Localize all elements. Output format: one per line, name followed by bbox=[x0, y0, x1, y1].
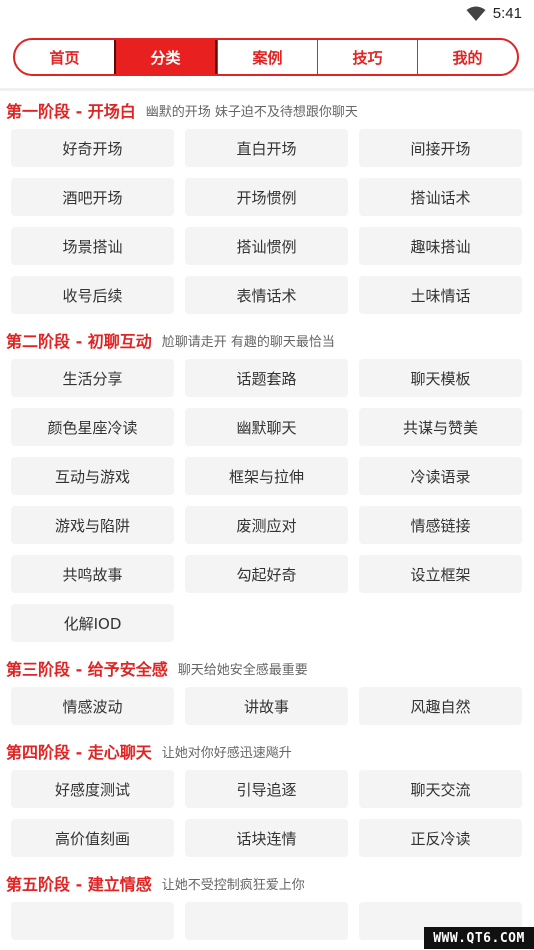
divider bbox=[0, 88, 534, 91]
category-button[interactable]: 好感度测试 bbox=[11, 770, 174, 808]
category-button[interactable]: 幽默聊天 bbox=[185, 408, 348, 446]
category-button[interactable]: 搭讪惯例 bbox=[185, 227, 348, 265]
category-button[interactable]: 互动与游戏 bbox=[11, 457, 174, 495]
section-title: 第二阶段 - 初聊互动 bbox=[6, 332, 152, 351]
category-button[interactable]: 话题套路 bbox=[185, 359, 348, 397]
category-button[interactable]: 废测应对 bbox=[185, 506, 348, 544]
category-button[interactable]: 表情话术 bbox=[185, 276, 348, 314]
section-description: 幽默的开场 妹子迫不及待想跟你聊天 bbox=[145, 104, 358, 120]
category-button[interactable]: 情感波动 bbox=[11, 687, 174, 725]
category-button[interactable] bbox=[11, 902, 174, 940]
tab-bar: 首页 分类 案例 技巧 我的 bbox=[13, 38, 519, 76]
category-button[interactable]: 游戏与陷阱 bbox=[11, 506, 174, 544]
tab-tips[interactable]: 技巧 bbox=[317, 40, 417, 74]
category-button[interactable]: 框架与拉伸 bbox=[185, 457, 348, 495]
section-title: 第四阶段 - 走心聊天 bbox=[6, 743, 152, 762]
category-button[interactable]: 话块连情 bbox=[185, 819, 348, 857]
category-button[interactable]: 风趣自然 bbox=[359, 687, 522, 725]
category-button[interactable]: 聊天交流 bbox=[359, 770, 522, 808]
category-button[interactable]: 趣味搭讪 bbox=[359, 227, 522, 265]
category-button[interactable]: 正反冷读 bbox=[359, 819, 522, 857]
status-time: 5:41 bbox=[492, 5, 522, 22]
category-button[interactable]: 聊天模板 bbox=[359, 359, 522, 397]
category-button[interactable]: 冷读语录 bbox=[359, 457, 522, 495]
category-button[interactable]: 情感链接 bbox=[359, 506, 522, 544]
tab-home[interactable]: 首页 bbox=[15, 40, 114, 74]
category-button[interactable]: 土味情话 bbox=[359, 276, 522, 314]
category-button[interactable]: 酒吧开场 bbox=[11, 178, 174, 216]
section-title: 第三阶段 - 给予安全感 bbox=[6, 660, 168, 679]
category-list: 第一阶段 - 开场白 幽默的开场 妹子迫不及待想跟你聊天 好奇开场 直白开场 间接开场酒… bbox=[0, 92, 534, 950]
section-header: 第四阶段 - 走心聊天 让她对你好感迅速飚升 bbox=[0, 735, 534, 767]
category-button[interactable]: 生活分享 bbox=[11, 359, 174, 397]
category-button[interactable]: 设立框架 bbox=[359, 555, 522, 593]
section-title: 第五阶段 - 建立情感 bbox=[6, 875, 152, 894]
section-description: 聊天给她安全感最重要 bbox=[177, 662, 308, 678]
tab-mine[interactable]: 我的 bbox=[417, 40, 517, 74]
section-header: 第一阶段 - 开场白 幽默的开场 妹子迫不及待想跟你聊天 bbox=[0, 94, 534, 126]
category-button[interactable]: 高价值刻画 bbox=[11, 819, 174, 857]
category-button[interactable]: 间接开场 bbox=[359, 129, 522, 167]
section-description: 让她对你好感迅速飚升 bbox=[161, 745, 292, 761]
section-description: 让她不受控制疯狂爱上你 bbox=[161, 877, 305, 893]
category-button[interactable]: 讲故事 bbox=[185, 687, 348, 725]
category-button[interactable]: 勾起好奇 bbox=[185, 555, 348, 593]
category-button[interactable]: 共谋与赞美 bbox=[359, 408, 522, 446]
section-description: 尬聊请走开 有趣的聊天最恰当 bbox=[161, 334, 335, 350]
section-header: 第二阶段 - 初聊互动 尬聊请走开 有趣的聊天最恰当 bbox=[0, 324, 534, 356]
watermark: WWW.QT6.COM bbox=[424, 927, 534, 949]
section-title: 第一阶段 - 开场白 bbox=[6, 102, 136, 121]
category-button[interactable]: 开场惯例 bbox=[185, 178, 348, 216]
tab-category[interactable]: 分类 bbox=[114, 40, 217, 74]
category-button[interactable]: 共鸣故事 bbox=[11, 555, 174, 593]
section-grid: 生活分享 话题套路 聊天模板颜色星座冷读 幽默聊天 共谋与赞美互动与游戏 框架与拉伸 冷读语… bbox=[0, 359, 534, 642]
section-header: 第五阶段 - 建立情感 让她不受控制疯狂爱上你 bbox=[0, 867, 534, 899]
category-button[interactable]: 颜色星座冷读 bbox=[11, 408, 174, 446]
category-button[interactable] bbox=[185, 902, 348, 940]
category-button[interactable]: 好奇开场 bbox=[11, 129, 174, 167]
category-button[interactable]: 场景搭讪 bbox=[11, 227, 174, 265]
section-grid: 好感度测试 引导追逐 聊天交流高价值刻画 话块连情 正反冷读 bbox=[0, 770, 534, 857]
tab-cases[interactable]: 案例 bbox=[217, 40, 317, 74]
section-grid: 情感波动 讲故事 风趣自然 bbox=[0, 687, 534, 725]
section-header: 第三阶段 - 给予安全感 聊天给她安全感最重要 bbox=[0, 652, 534, 684]
category-button[interactable]: 引导追逐 bbox=[185, 770, 348, 808]
section-grid: 好奇开场 直白开场 间接开场酒吧开场 开场惯例 搭讪话术场景搭讪 搭讪惯例 趣味搭讪收号后续… bbox=[0, 129, 534, 314]
category-button[interactable]: 收号后续 bbox=[11, 276, 174, 314]
category-button[interactable]: 直白开场 bbox=[185, 129, 348, 167]
status-bar: 5:41 bbox=[0, 0, 534, 30]
category-button[interactable]: 搭讪话术 bbox=[359, 178, 522, 216]
category-button[interactable]: 化解IOD bbox=[11, 604, 174, 642]
wifi-icon bbox=[466, 6, 486, 21]
